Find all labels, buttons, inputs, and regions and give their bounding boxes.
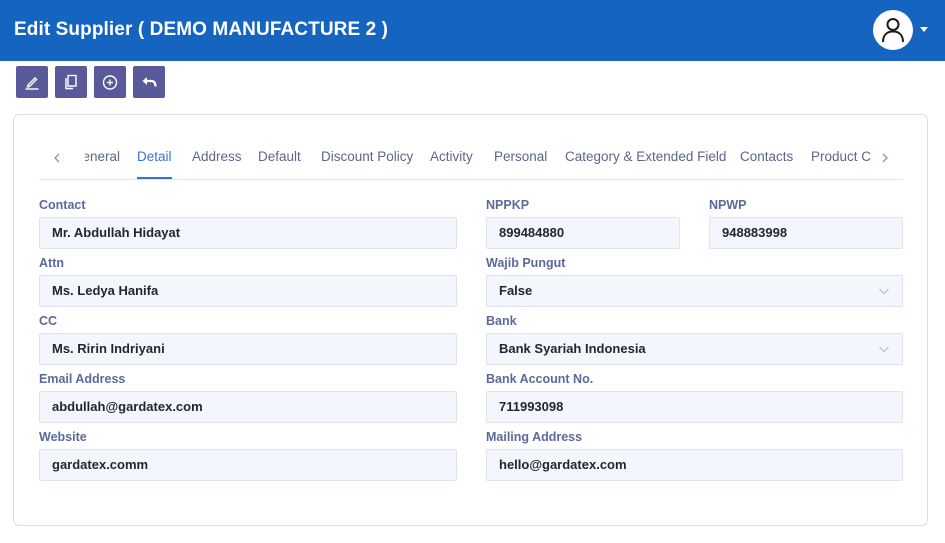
cc-field[interactable]: Ms. Ririn Indriyani	[39, 333, 457, 365]
tab-category-extended-field[interactable]: Category & Extended Field	[565, 149, 726, 164]
npwp-field[interactable]: 948883998	[709, 217, 903, 249]
chevron-down-icon	[879, 288, 889, 295]
tab-activity[interactable]: Activity	[430, 149, 473, 164]
chevron-down-icon	[879, 346, 889, 353]
wajib-pungut-select[interactable]: False	[486, 275, 903, 307]
nppkp-label: NPPKP	[486, 198, 530, 212]
attn-field[interactable]: Ms. Ledya Hanifa	[39, 275, 457, 307]
wajib-pungut-label: Wajib Pungut	[486, 256, 566, 270]
back-button[interactable]	[133, 66, 165, 98]
tab-discount-policy[interactable]: Discount Policy	[321, 149, 413, 164]
nppkp-field[interactable]: 899484880	[486, 217, 680, 249]
add-circle-icon	[102, 75, 118, 90]
app-header: Edit Supplier ( DEMO MANUFACTURE 2 )	[0, 0, 945, 61]
tab-contacts[interactable]: Contacts	[740, 149, 793, 164]
tab-general[interactable]: General	[85, 149, 120, 164]
website-field[interactable]: gardatex.comm	[39, 449, 457, 481]
add-button[interactable]	[94, 66, 126, 98]
undo-icon	[142, 77, 157, 87]
bank-account-label: Bank Account No.	[486, 372, 594, 386]
wajib-pungut-value: False	[499, 283, 533, 298]
tab-default[interactable]: Default	[258, 149, 301, 164]
edit-icon	[25, 77, 39, 90]
edit-button[interactable]	[16, 66, 48, 98]
tab-scroll-area: General Detail Address Default Discount …	[85, 142, 871, 179]
mailing-address-field[interactable]: hello@gardatex.com	[486, 449, 903, 481]
email-field[interactable]: abdullah@gardatex.com	[39, 391, 457, 423]
copy-button[interactable]	[55, 66, 87, 98]
chevron-right-icon[interactable]	[877, 150, 893, 166]
copy-icon	[65, 74, 77, 90]
bank-label: Bank	[486, 314, 517, 328]
supplier-detail-card: General Detail Address Default Discount …	[13, 114, 928, 526]
cc-label: CC	[39, 314, 58, 328]
bank-account-field[interactable]: 711993098	[486, 391, 903, 423]
user-avatar[interactable]	[873, 10, 913, 50]
attn-label: Attn	[39, 256, 64, 270]
user-icon	[882, 18, 904, 43]
website-label: Website	[39, 430, 87, 444]
page-title: Edit Supplier ( DEMO MANUFACTURE 2 )	[14, 19, 389, 40]
active-tab-indicator	[137, 177, 172, 179]
contact-field[interactable]: Mr. Abdullah Hidayat	[39, 217, 457, 249]
mailing-address-label: Mailing Address	[486, 430, 583, 444]
bank-select[interactable]: Bank Syariah Indonesia	[486, 333, 903, 365]
tab-detail[interactable]: Detail	[137, 149, 172, 164]
tab-bar: General Detail Address Default Discount …	[39, 142, 903, 180]
contact-label: Contact	[39, 198, 86, 212]
tab-product-category[interactable]: Product Category	[811, 149, 871, 164]
chevron-left-icon[interactable]	[49, 150, 65, 166]
bank-value: Bank Syariah Indonesia	[499, 341, 646, 356]
email-label: Email Address	[39, 372, 126, 386]
npwp-label: NPWP	[709, 198, 747, 212]
tab-address[interactable]: Address	[192, 149, 242, 164]
tab-personal[interactable]: Personal	[494, 149, 547, 164]
user-menu-caret-icon[interactable]	[920, 27, 928, 32]
